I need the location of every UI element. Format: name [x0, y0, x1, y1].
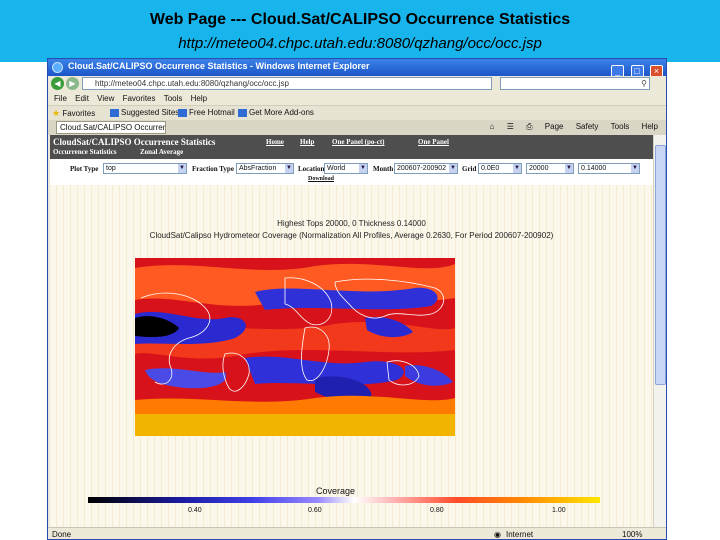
plot-type-value: top — [106, 165, 116, 172]
address-bar: ◀ ▶ http://meteo04.chpc.utah.edu:8080/qz… — [48, 76, 666, 92]
favorite-label: Get More Add-ons — [249, 108, 314, 117]
colorbar-label: Coverage — [316, 486, 356, 496]
star-icon: ★ — [52, 108, 61, 118]
status-text: Done — [52, 530, 72, 539]
menu-tools[interactable]: Tools — [164, 92, 183, 105]
menu-help[interactable]: Help — [191, 92, 207, 105]
chevron-down-icon: ▼ — [631, 164, 639, 173]
menu-edit[interactable]: Edit — [75, 92, 89, 105]
location-value: World — [327, 165, 346, 172]
ie-logo-icon — [52, 62, 63, 73]
page-icon — [178, 108, 187, 117]
page-icon — [110, 108, 119, 117]
favorite-link-3[interactable]: Get More Add-ons — [238, 108, 314, 117]
home-icon[interactable]: ⌂ — [490, 122, 495, 131]
fraction-type-value: AbsFraction — [239, 165, 277, 172]
menu-favorites[interactable]: Favorites — [123, 92, 156, 105]
scrollbar-thumb[interactable] — [655, 145, 666, 385]
print-icon[interactable]: ⎙ — [526, 122, 532, 131]
zoom-level[interactable]: 100% — [622, 530, 642, 539]
grid-label: Grid — [462, 165, 477, 173]
tab-occurrence-statistics[interactable]: Occurrence Statistics — [53, 148, 116, 156]
fraction-type-label: Fraction Type — [192, 165, 234, 173]
colorbar-tick: 0.80 — [430, 507, 444, 514]
colorbar-tick: 0.40 — [188, 507, 202, 514]
browser-window: Cloud.Sat/CALIPSO Occurrence Statistics … — [47, 58, 667, 540]
chevron-down-icon: ▼ — [285, 164, 293, 173]
tab-zonal-average[interactable]: Zonal Average — [140, 148, 183, 156]
page-icon — [238, 108, 247, 117]
command-bar: ⌂ ☰ ⎙ Page Safety Tools Help — [480, 122, 658, 132]
cloud-coverage-map — [135, 258, 455, 436]
month-label: Month — [373, 165, 394, 173]
grid-value: 0.14000 — [581, 165, 607, 172]
command-help[interactable]: Help — [642, 122, 658, 131]
controls-bar: Plot Type top ▼ Fraction Type AbsFractio… — [50, 162, 653, 176]
chevron-down-icon: ▼ — [359, 164, 367, 173]
grid-from-value: 0.0E0 — [481, 165, 500, 172]
search-icon[interactable]: ⚲ — [641, 79, 647, 88]
back-button[interactable]: ◀ — [51, 77, 64, 90]
menu-view[interactable]: View — [97, 92, 114, 105]
favorites-label: Favorites — [62, 109, 96, 118]
vertical-scrollbar[interactable] — [653, 135, 666, 527]
command-tools[interactable]: Tools — [611, 122, 630, 131]
link-home[interactable]: Home — [266, 138, 284, 146]
map-image — [135, 258, 455, 436]
chevron-down-icon: ▼ — [449, 164, 457, 173]
grid-from-select[interactable]: 0.0E0 ▼ — [478, 163, 522, 174]
location-label: Location — [298, 165, 325, 173]
globe-icon: ◉ — [494, 530, 501, 539]
menu-file[interactable]: File — [54, 92, 67, 105]
favorites-button[interactable]: ★ Favorites — [52, 108, 95, 119]
command-page[interactable]: Page — [545, 122, 564, 131]
colorbar — [88, 497, 600, 503]
download-link[interactable]: Download — [308, 176, 334, 182]
status-bar: Done ◉ Internet 100% — [48, 527, 666, 539]
forward-button[interactable]: ▶ — [66, 77, 79, 90]
window-title: Cloud.Sat/CALIPSO Occurrence Statistics … — [68, 61, 370, 71]
link-one-panel-po-ct[interactable]: One Panel (po-ct) — [332, 138, 385, 146]
colorbar-tick: 0.60 — [308, 507, 322, 514]
favorite-label: Free Hotmail — [189, 108, 235, 117]
web-page: CloudSat/CALIPSO Occurrence Statistics O… — [50, 135, 653, 527]
month-value: 200607-200902 — [397, 165, 447, 172]
grid-value-select[interactable]: 0.14000 ▼ — [578, 163, 640, 174]
plot-type-label: Plot Type — [70, 165, 99, 173]
favorite-label: Suggested Sites — [121, 108, 180, 117]
app-title: CloudSat/CALIPSO Occurrence Statistics — [53, 137, 216, 147]
search-input[interactable]: ⚲ — [500, 77, 650, 90]
slide-url: http://meteo04.chpc.utah.edu:8080/qzhang… — [178, 35, 542, 52]
address-input[interactable]: http://meteo04.chpc.utah.edu:8080/qzhang… — [82, 77, 492, 90]
slide-title: Web Page --- Cloud.Sat/CALIPSO Occurrenc… — [149, 11, 571, 28]
favorite-link-2[interactable]: Free Hotmail — [178, 108, 235, 117]
link-help[interactable]: Help — [300, 138, 314, 146]
chevron-down-icon: ▼ — [513, 164, 521, 173]
menu-bar: File Edit View Favorites Tools Help — [48, 92, 666, 105]
colorbar-tick: 1.00 — [552, 507, 566, 514]
status-zone: Internet — [506, 530, 534, 539]
favorite-link-1[interactable]: Suggested Sites — [110, 108, 179, 117]
grid-to-value: 20000 — [529, 165, 549, 172]
window-titlebar: Cloud.Sat/CALIPSO Occurrence Statistics … — [48, 59, 666, 78]
figure-title-line-2: CloudSat/Calipso Hydrometeor Coverage (N… — [149, 231, 554, 240]
fraction-type-select[interactable]: AbsFraction ▼ — [236, 163, 294, 174]
grid-to-select[interactable]: 20000 ▼ — [526, 163, 574, 174]
link-one-panel[interactable]: One Panel — [418, 138, 449, 146]
tab-bar: Cloud.Sat/CALIPSO Occurrence... ⌂ ☰ ⎙ Pa… — [48, 120, 666, 135]
browser-tab[interactable]: Cloud.Sat/CALIPSO Occurrence... — [56, 121, 166, 134]
app-header: CloudSat/CALIPSO Occurrence Statistics O… — [50, 135, 653, 159]
slide-header: Web Page --- Cloud.Sat/CALIPSO Occurrenc… — [0, 0, 720, 62]
chevron-down-icon: ▼ — [178, 164, 186, 173]
command-safety[interactable]: Safety — [576, 122, 599, 131]
favorites-bar: ★ Favorites Suggested Sites Free Hotmail… — [48, 105, 666, 121]
month-select[interactable]: 200607-200902 ▼ — [394, 163, 458, 174]
plot-type-select[interactable]: top ▼ — [103, 163, 187, 174]
feeds-icon[interactable]: ☰ — [507, 122, 514, 131]
location-select[interactable]: World ▼ — [324, 163, 368, 174]
figure-title-line-1: Highest Tops 20000, 0 Thickness 0.14000 — [277, 219, 426, 228]
chevron-down-icon: ▼ — [565, 164, 573, 173]
